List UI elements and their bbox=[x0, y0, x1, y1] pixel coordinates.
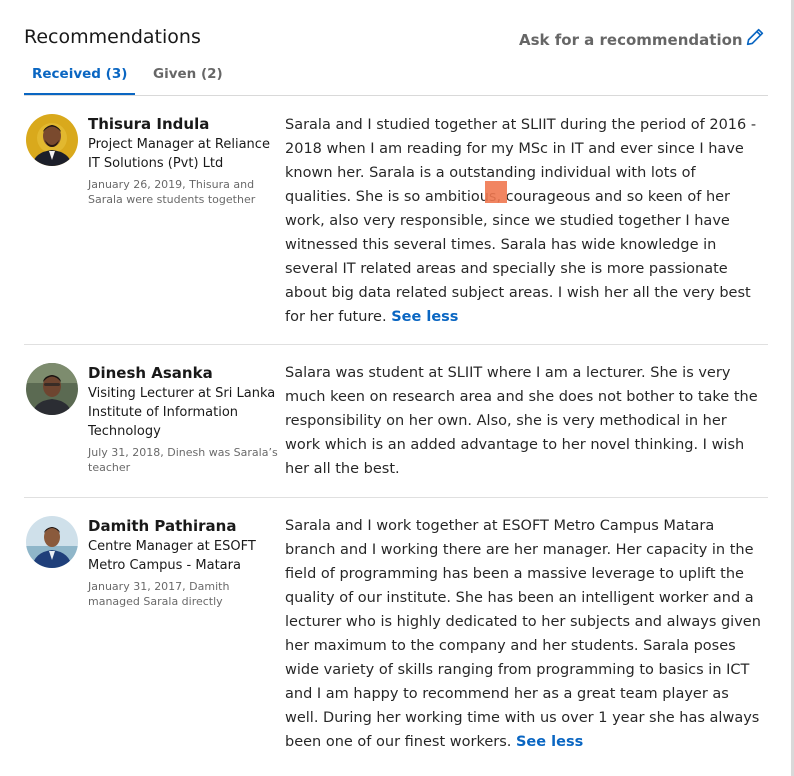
recommender-info: Dinesh Asanka Visiting Lecturer at Sri L… bbox=[88, 363, 278, 475]
recommendation-body: Sarala and I work together at ESOFT Metr… bbox=[285, 518, 761, 750]
tab-given[interactable]: Given (2) bbox=[153, 66, 223, 94]
cursor-highlight bbox=[485, 181, 507, 203]
pencil-icon[interactable] bbox=[744, 26, 766, 48]
recommendation-item: Dinesh Asanka Visiting Lecturer at Sri L… bbox=[24, 344, 768, 498]
recommender-name[interactable]: Dinesh Asanka bbox=[88, 363, 278, 383]
recommendation-text: Sarala and I work together at ESOFT Metr… bbox=[285, 514, 765, 754]
recommendation-item: Thisura Indula Project Manager at Relian… bbox=[24, 96, 768, 345]
recommender-headline: Project Manager at Reliance IT Solutions… bbox=[88, 137, 270, 171]
recommendation-body: Sarala and I studied together at SLIIT d… bbox=[285, 117, 757, 325]
recommendation-text: Sarala and I studied together at SLIIT d… bbox=[285, 113, 765, 329]
ask-recommendation-link[interactable]: Ask for a recommendation bbox=[519, 31, 743, 49]
see-less-link[interactable]: See less bbox=[391, 309, 458, 325]
see-less-link[interactable]: See less bbox=[516, 734, 583, 750]
recommendation-meta: July 31, 2018, Dinesh was Sarala’s teach… bbox=[88, 446, 278, 474]
recommendation-text: Salara was student at SLIIT where I am a… bbox=[285, 361, 765, 481]
recommendations-header: Recommendations Ask for a recommendation bbox=[24, 26, 768, 56]
recommendation-meta: January 26, 2019, Thisura and Sarala wer… bbox=[88, 178, 256, 206]
recommendation-tabs: Received (3) Given (2) bbox=[23, 62, 768, 96]
avatar[interactable] bbox=[26, 363, 78, 415]
avatar[interactable] bbox=[26, 516, 78, 568]
recommender-name[interactable]: Damith Pathirana bbox=[88, 516, 278, 536]
recommender-headline: Centre Manager at ESOFT Metro Campus - M… bbox=[88, 539, 256, 573]
recommendation-body: Salara was student at SLIIT where I am a… bbox=[285, 365, 758, 477]
recommender-info: Damith Pathirana Centre Manager at ESOFT… bbox=[88, 516, 278, 609]
avatar[interactable] bbox=[26, 114, 78, 166]
recommender-info: Thisura Indula Project Manager at Relian… bbox=[88, 114, 278, 207]
section-title: Recommendations bbox=[24, 26, 201, 48]
tab-received[interactable]: Received (3) bbox=[23, 66, 136, 95]
recommender-headline: Visiting Lecturer at Sri Lanka Institute… bbox=[88, 386, 276, 439]
recommendation-item: Damith Pathirana Centre Manager at ESOFT… bbox=[24, 497, 768, 767]
recommender-name[interactable]: Thisura Indula bbox=[88, 114, 278, 134]
recommendation-meta: January 31, 2017, Damith managed Sarala … bbox=[88, 580, 230, 608]
